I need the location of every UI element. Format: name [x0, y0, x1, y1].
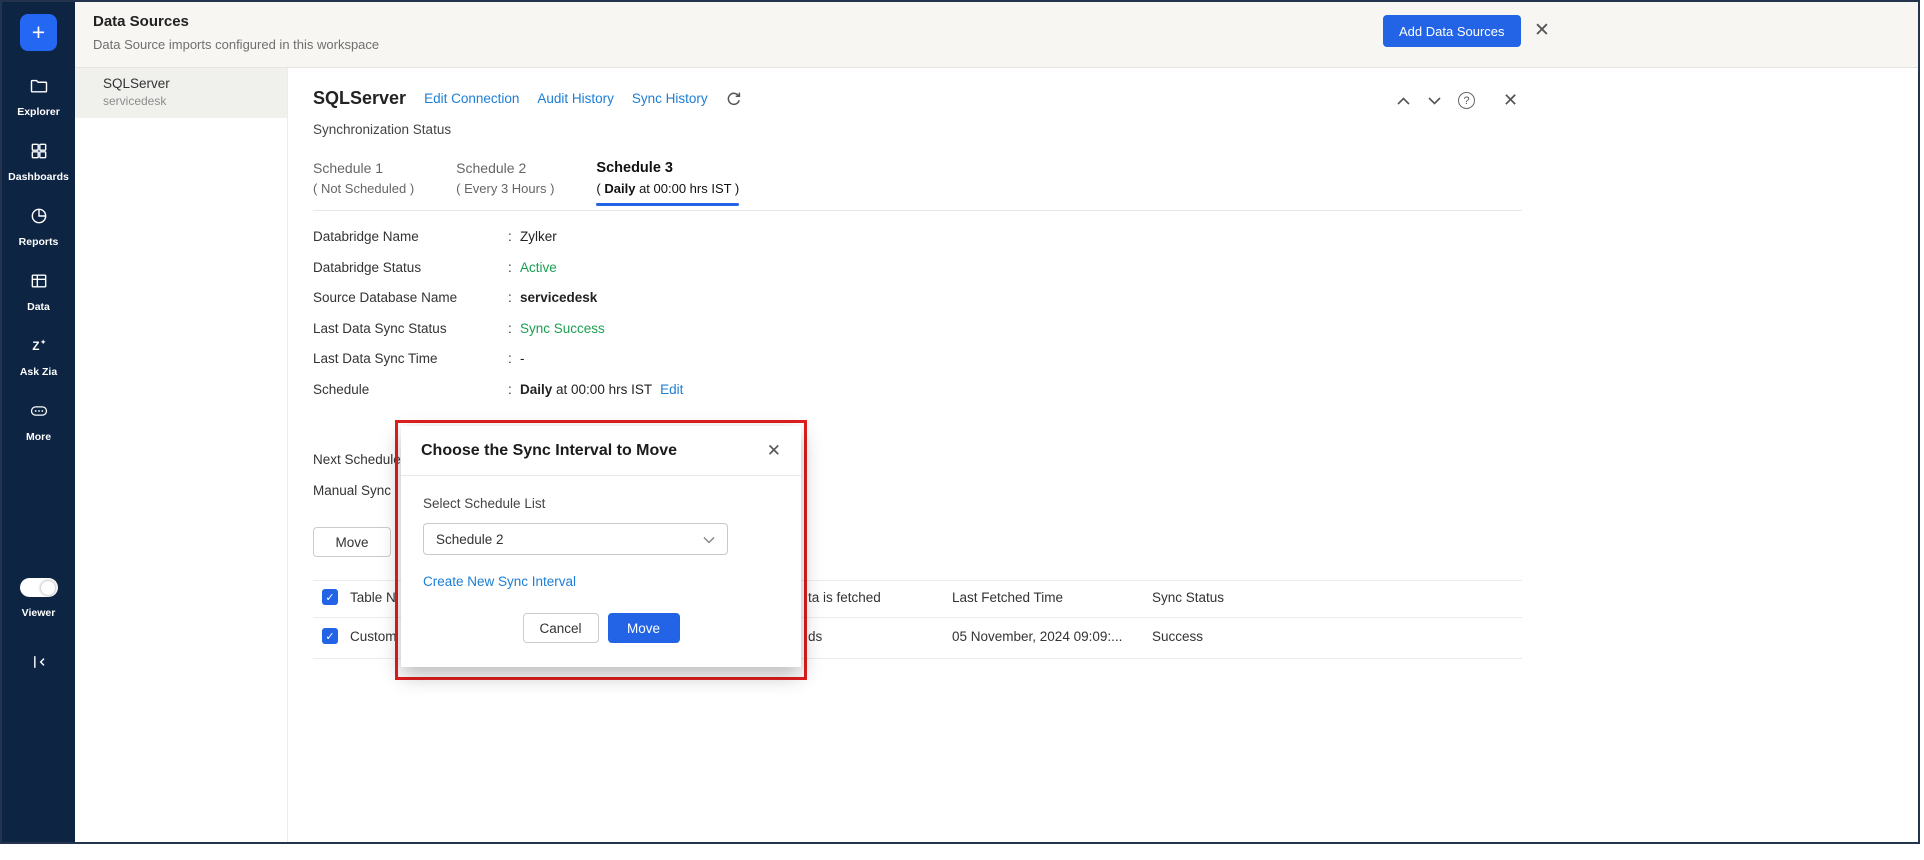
manual-sync-label: Manual Sync: [313, 483, 391, 498]
divider: [313, 210, 1522, 211]
collapse-sidebar-icon[interactable]: [2, 652, 75, 672]
sync-details: Databridge Name : Zylker Databridge Stat…: [313, 229, 683, 412]
sidebar-nav: Explorer Dashboards Reports Data: [2, 76, 75, 446]
dialog-body: Select Schedule List Schedule 2 Create N…: [401, 476, 801, 643]
edit-schedule-link[interactable]: Edit: [660, 382, 683, 397]
next-schedule-label: Next Schedule: [313, 452, 401, 467]
source-database: servicedesk: [103, 94, 287, 108]
sidebar-item-reports[interactable]: Reports: [2, 206, 75, 251]
schedule-tabs: Schedule 1 ( Not Scheduled ) Schedule 2 …: [313, 160, 739, 206]
row-checkbox[interactable]: ✓: [322, 628, 338, 644]
chevron-down-icon[interactable]: [1427, 96, 1442, 106]
source-database-value: servicedesk: [520, 290, 597, 305]
source-list-panel: SQLServer servicedesk: [75, 68, 288, 842]
dialog-title: Choose the Sync Interval to Move: [421, 442, 677, 460]
active-tab-underline: [596, 203, 739, 206]
audit-history-link[interactable]: Audit History: [537, 91, 614, 106]
move-sync-interval-dialog: Choose the Sync Interval to Move ✕ Selec…: [401, 426, 801, 667]
svg-text:Z: Z: [32, 340, 39, 353]
dialog-close-icon[interactable]: ✕: [767, 441, 781, 461]
dialog-header: Choose the Sync Interval to Move ✕: [401, 426, 801, 476]
modal-move-button[interactable]: Move: [608, 613, 680, 643]
schedule-select[interactable]: Schedule 2: [423, 523, 728, 555]
annotation-highlight-box: Choose the Sync Interval to Move ✕ Selec…: [395, 420, 807, 680]
detail-row: Databridge Status : Active: [313, 260, 683, 291]
sidebar: + Explorer Dashboards Reports: [2, 2, 75, 842]
databridge-status-value: Active: [520, 260, 557, 275]
create-new-sync-interval-link[interactable]: Create New Sync Interval: [423, 574, 576, 589]
source-name: SQLServer: [103, 76, 287, 91]
main-header: SQLServer Edit Connection Audit History …: [313, 88, 742, 109]
last-sync-status-value: Sync Success: [520, 321, 605, 336]
refresh-icon[interactable]: [726, 91, 742, 107]
tab-schedule-3[interactable]: Schedule 3 ( Daily at 00:00 hrs IST ): [596, 160, 739, 206]
sidebar-item-label: Data: [27, 301, 50, 313]
app-window: + Explorer Dashboards Reports: [0, 0, 1920, 844]
databridge-name-value: Zylker: [520, 229, 557, 244]
grid-icon: [29, 141, 49, 166]
sidebar-item-label: Ask Zia: [20, 366, 57, 378]
schedule-value: Daily at 00:00 hrs IST: [520, 382, 652, 397]
move-tables-button[interactable]: Move: [313, 527, 391, 557]
edit-connection-link[interactable]: Edit Connection: [424, 91, 519, 106]
sidebar-item-label: Explorer: [17, 106, 60, 118]
folder-icon: [29, 76, 49, 101]
pie-chart-icon: [29, 206, 49, 231]
cell-data-fetched: ds: [808, 629, 822, 644]
sidebar-item-data[interactable]: Data: [2, 271, 75, 316]
viewer-toggle[interactable]: [20, 578, 58, 597]
col-header-sync-status: Sync Status: [1152, 590, 1224, 605]
sidebar-item-dashboards[interactable]: Dashboards: [2, 141, 75, 186]
sidebar-item-ask-zia[interactable]: Z Ask Zia: [2, 336, 75, 381]
sidebar-item-label: More: [26, 431, 51, 443]
col-header-last-fetched-time: Last Fetched Time: [952, 590, 1063, 605]
chevron-down-icon: [703, 532, 715, 547]
cell-table-name: Custom: [350, 629, 397, 644]
detail-row: Schedule : Daily at 00:00 hrs IST Edit: [313, 382, 683, 413]
panel-close-icon[interactable]: ✕: [1503, 90, 1518, 111]
help-icon[interactable]: ?: [1458, 92, 1475, 109]
col-header-data-fetched: ta is fetched: [808, 590, 881, 605]
toggle-knob: [41, 581, 55, 595]
tab-schedule-1[interactable]: Schedule 1 ( Not Scheduled ): [313, 160, 414, 206]
tab-schedule-2[interactable]: Schedule 2 ( Every 3 Hours ): [456, 160, 554, 206]
detail-row: Last Data Sync Status : Sync Success: [313, 321, 683, 352]
table-icon: [29, 271, 49, 296]
create-new-button[interactable]: +: [20, 14, 57, 51]
plus-icon: +: [32, 19, 45, 46]
ellipsis-icon: [29, 401, 49, 426]
sidebar-item-more[interactable]: More: [2, 401, 75, 446]
dialog-footer: Cancel Move: [423, 613, 779, 643]
page-title: Data Sources: [93, 13, 1918, 30]
sync-history-link[interactable]: Sync History: [632, 91, 708, 106]
col-header-table-name: Table N: [350, 590, 396, 605]
panel-controls: ? ✕: [1396, 90, 1518, 111]
add-data-sources-button[interactable]: Add Data Sources: [1383, 15, 1521, 47]
detail-row: Last Data Sync Time : -: [313, 351, 683, 382]
cancel-button[interactable]: Cancel: [523, 613, 599, 643]
last-sync-time-value: -: [520, 351, 525, 366]
viewer-label: Viewer: [22, 607, 56, 619]
header-checkbox[interactable]: ✓: [322, 589, 338, 605]
sidebar-item-label: Dashboards: [8, 171, 69, 183]
page-subtitle: Data Source imports configured in this w…: [93, 37, 1918, 52]
selected-schedule-value: Schedule 2: [436, 532, 504, 547]
topbar: Data Sources Data Source imports configu…: [75, 2, 1918, 68]
sidebar-item-explorer[interactable]: Explorer: [2, 76, 75, 121]
datasource-title: SQLServer: [313, 88, 406, 109]
cell-sync-status: Success: [1152, 629, 1203, 644]
schedule-select-label: Select Schedule List: [423, 496, 779, 511]
header-close-icon[interactable]: ✕: [1534, 19, 1550, 42]
detail-row: Databridge Name : Zylker: [313, 229, 683, 260]
sync-status-label: Synchronization Status: [313, 122, 451, 137]
cell-last-fetched-time: 05 November, 2024 09:09:...: [952, 629, 1122, 644]
chevron-up-icon[interactable]: [1396, 96, 1411, 106]
viewer-section: Viewer: [2, 578, 75, 619]
sidebar-item-label: Reports: [19, 236, 59, 248]
zia-icon: Z: [29, 336, 49, 361]
source-list-item[interactable]: SQLServer servicedesk: [75, 68, 287, 118]
detail-row: Source Database Name : servicedesk: [313, 290, 683, 321]
